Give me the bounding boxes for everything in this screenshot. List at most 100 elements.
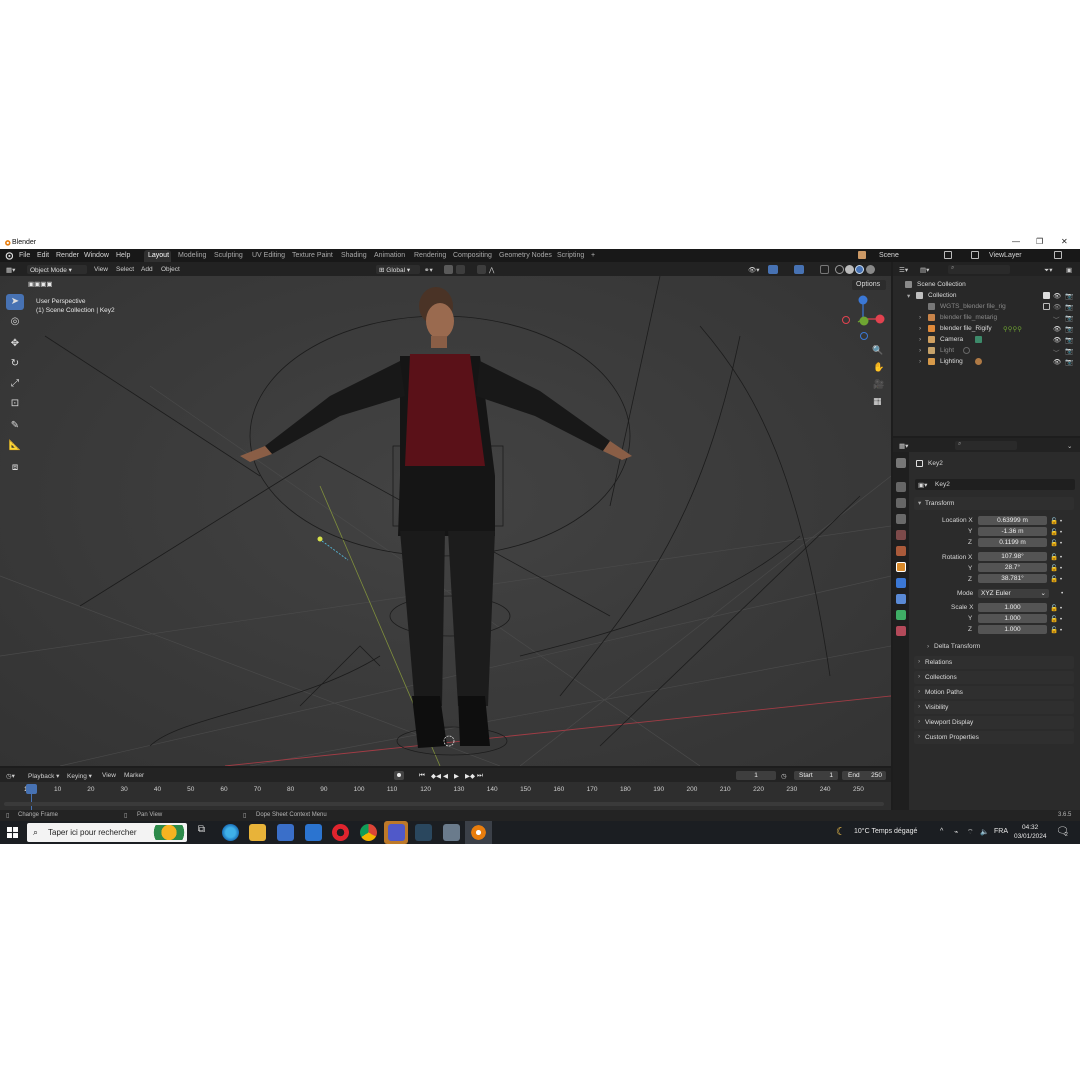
eye-icon[interactable]: 👁 <box>1053 336 1061 344</box>
delta-transform-subpanel[interactable]: › Delta Transform <box>924 641 1074 653</box>
prev-keyframe-icon[interactable]: ◆◀ <box>431 772 441 780</box>
texture-tab-icon[interactable] <box>896 626 906 636</box>
tab-sculpting[interactable]: Sculpting <box>214 252 243 259</box>
tab-shading[interactable]: Shading <box>341 252 367 259</box>
world-tab-icon[interactable] <box>896 546 906 556</box>
transform-section[interactable]: ▾ Transform <box>914 497 1074 510</box>
steam-icon[interactable] <box>415 824 432 841</box>
overlay-toggle-icon[interactable] <box>794 265 804 274</box>
rotate-tool[interactable]: ↻ <box>6 356 24 372</box>
close-button[interactable]: ✕ <box>1061 237 1068 246</box>
outliner-row-wgts[interactable]: WGTS_blender file_rig 👁 📷 <box>893 301 1080 312</box>
lock-rotation-icon[interactable]: 🔓 • <box>1050 575 1062 583</box>
blender-taskbar-icon[interactable] <box>470 824 487 841</box>
location-x-field[interactable]: 0.63999 m <box>978 516 1047 525</box>
snap-toggle-icon[interactable] <box>444 265 453 274</box>
opera-icon[interactable] <box>332 824 349 841</box>
collection-checkbox[interactable] <box>1043 292 1050 299</box>
navigation-gizmo[interactable] <box>838 294 888 344</box>
chrome-icon[interactable] <box>360 824 377 841</box>
new-view-layer-icon[interactable] <box>1054 251 1062 259</box>
add-workspace-button[interactable]: + <box>591 252 595 259</box>
xray-toggle-icon[interactable] <box>820 265 829 274</box>
zoom-icon[interactable]: 🔍 <box>872 345 883 356</box>
tool-tab-icon[interactable] <box>896 458 906 468</box>
viewport-menu-object[interactable]: Object <box>161 266 180 273</box>
file-explorer-icon[interactable] <box>249 824 266 841</box>
camera-render-icon[interactable]: 📷 <box>1065 292 1073 300</box>
lock-location-icon[interactable]: 🔓 • <box>1050 528 1062 536</box>
physics-tab-icon[interactable] <box>896 594 906 604</box>
start-frame-field[interactable]: Start 1 <box>794 771 838 780</box>
maximize-button[interactable]: ❐ <box>1036 237 1043 246</box>
tab-animation[interactable]: Animation <box>374 252 405 259</box>
scale-x-field[interactable]: 1.000 <box>978 603 1047 612</box>
object-mode-dropdown[interactable]: Object Mode ▾ <box>27 265 87 274</box>
cursor-tool[interactable]: ◎ <box>6 314 24 330</box>
viewport-menu-view[interactable]: View <box>94 266 108 273</box>
jump-end-icon[interactable]: ⏭ <box>477 772 483 780</box>
clock-date[interactable]: 03/01/2024 <box>1014 833 1047 840</box>
viewport-menu-select[interactable]: Select <box>116 266 134 273</box>
rotation-y-field[interactable]: 28.7° <box>978 563 1047 572</box>
visibility-icon[interactable]: 👁▾ <box>748 266 760 274</box>
rotation-x-field[interactable]: 107.98° <box>978 552 1047 561</box>
clock-icon[interactable]: ◷ <box>781 772 787 780</box>
end-frame-field[interactable]: End 250 <box>842 771 886 780</box>
transform-tool[interactable]: ⊡ <box>6 396 24 412</box>
outliner-row-collection[interactable]: ▾ Collection 👁 📷 <box>893 290 1080 301</box>
render-tab-icon[interactable] <box>896 482 906 492</box>
timeline-menu-playback[interactable]: Playback ▾ <box>28 772 59 780</box>
new-scene-icon[interactable] <box>944 251 952 259</box>
snap-settings-icon[interactable] <box>456 265 465 274</box>
keyframe-dot-icon[interactable]: • <box>1061 590 1063 597</box>
expand-icon[interactable]: › <box>919 358 921 365</box>
collections-section[interactable]: › Collections <box>914 671 1074 684</box>
outliner-row-camera[interactable]: › Camera 👁 📷 <box>893 334 1080 345</box>
taskbar-search[interactable]: ⌕ Taper ici pour rechercher <box>27 823 187 842</box>
expand-icon[interactable]: › <box>919 336 921 343</box>
material-shading-icon[interactable] <box>855 265 864 274</box>
camera-render-icon[interactable]: 📷 <box>1065 303 1073 311</box>
falloff-icon[interactable]: ⋀ <box>489 266 494 274</box>
object-name-field[interactable]: ▣▾ Key2 <box>915 479 1075 490</box>
select-tool[interactable]: ➤ <box>6 294 24 310</box>
lock-location-icon[interactable]: 🔓 • <box>1050 517 1062 525</box>
expand-icon[interactable]: ▾ <box>907 292 910 300</box>
camera-render-icon[interactable]: 📷 <box>1065 358 1073 366</box>
tab-compositing[interactable]: Compositing <box>453 252 492 259</box>
microsoft-store-icon[interactable] <box>277 824 294 841</box>
weather-moon-icon[interactable]: ☾ <box>836 825 846 838</box>
timeline-menu-keying[interactable]: Keying ▾ <box>67 772 92 780</box>
viewport-menu-add[interactable]: Add <box>141 266 153 273</box>
scale-z-field[interactable]: 1.000 <box>978 625 1047 634</box>
camera-render-icon[interactable]: 📷 <box>1065 336 1073 344</box>
editor-type-icon[interactable]: ▦▾ <box>6 266 15 274</box>
properties-editor-icon[interactable]: ▦▾ <box>899 442 908 450</box>
lock-scale-icon[interactable]: 🔓 • <box>1050 615 1062 623</box>
lock-rotation-icon[interactable]: 🔓 • <box>1050 564 1062 572</box>
properties-search[interactable]: ⌕ <box>955 441 1017 450</box>
view-layer-selector[interactable]: ViewLayer <box>989 252 1022 259</box>
mail-icon[interactable] <box>305 824 322 841</box>
solid-shading-icon[interactable] <box>845 265 854 274</box>
filter-icon[interactable]: ⏷▾ <box>1044 266 1052 275</box>
outliner-row-light[interactable]: › Light ︶ 📷 <box>893 345 1080 357</box>
pivot-icon[interactable]: ⚭▾ <box>424 266 433 274</box>
timeline-editor-icon[interactable]: ◷▾ <box>6 772 15 780</box>
pan-hand-icon[interactable]: ✋ <box>873 362 884 373</box>
jump-start-icon[interactable]: ⏮ <box>419 772 425 780</box>
3d-viewport[interactable]: User Perspective (1) Scene Collection | … <box>0 276 891 766</box>
options-dropdown[interactable]: Options <box>852 280 886 290</box>
add-cube-tool[interactable]: ⧈ <box>6 460 24 476</box>
new-collection-icon[interactable]: ▣ <box>1066 266 1072 274</box>
tab-layout[interactable]: Layout <box>148 252 169 259</box>
tab-geometry-nodes[interactable]: Geometry Nodes <box>499 252 552 259</box>
scale-y-field[interactable]: 1.000 <box>978 614 1047 623</box>
lock-rotation-icon[interactable]: 🔓 • <box>1050 553 1062 561</box>
show-hidden-icons-icon[interactable]: ^ <box>940 828 943 835</box>
tab-modeling[interactable]: Modeling <box>178 252 206 259</box>
expand-icon[interactable]: › <box>919 347 921 354</box>
outliner-row-scene-collection[interactable]: Scene Collection <box>893 279 1080 290</box>
record-button[interactable] <box>394 771 404 780</box>
